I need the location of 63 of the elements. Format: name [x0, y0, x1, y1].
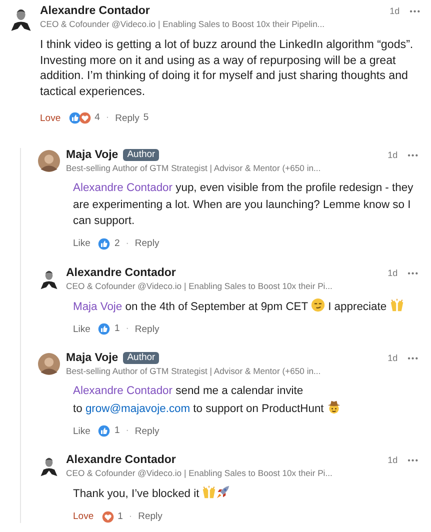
cowboy-face-icon	[326, 400, 341, 414]
more-options-button[interactable]: •••	[410, 4, 421, 16]
reaction-count: 1	[114, 323, 120, 335]
timestamp: 1d	[388, 352, 398, 363]
separator-dot: ·	[124, 323, 130, 335]
raised-hands-icon	[390, 298, 404, 312]
author-badge: Author	[123, 149, 160, 161]
reply-button[interactable]: Reply	[138, 511, 162, 522]
reaction-button[interactable]: Like	[73, 426, 90, 436]
reaction-count: 4	[94, 112, 100, 124]
author-badge: Author	[123, 352, 160, 364]
reaction-button[interactable]: Love	[40, 112, 61, 124]
reaction-button[interactable]: Like	[73, 324, 90, 334]
reaction-count: 1	[118, 510, 123, 522]
comment-text: Alexandre Contador send me a calendar invite to grow@majavoje.com to support on ProductHunt	[73, 383, 415, 417]
author-name[interactable]: Alexandre Contador	[66, 266, 176, 280]
more-options-button[interactable]: •••	[408, 351, 419, 363]
comment-text: Maja Voje on the 4th of September at 9pm CET I appreciate	[73, 298, 415, 315]
reply-button[interactable]: Reply	[134, 238, 160, 249]
author-headline: CEO & Cofounder @Videco.io | Enabling Sales to Boost 10x their Pipelin...	[40, 18, 326, 30]
reply-button[interactable]: Reply	[134, 324, 160, 334]
reply-button[interactable]: Reply	[115, 112, 140, 124]
comment-text: I think video is getting a lot of buzz around the LinkedIn algorithm “gods”. Investing more on it and using as a way of repurposing will be a great addition. I’m thinking of doing it for myself and just sharing thoughts and tactical experiences.	[40, 37, 414, 99]
rocket-icon	[216, 485, 230, 499]
avatar-icon	[38, 150, 60, 172]
smirking-face-icon	[310, 298, 325, 312]
avatar-icon	[38, 353, 60, 375]
mention-link[interactable]: Alexandre Contador	[73, 182, 173, 194]
reaction-button[interactable]: Love	[73, 511, 94, 522]
person-silhouette-icon	[38, 455, 60, 477]
author-headline: Best-selling Author of GTM Strategist | Advisor & Mentor (+650 in...	[66, 365, 322, 377]
separator-dot: ·	[128, 510, 134, 522]
more-options-button[interactable]: •••	[408, 148, 419, 160]
reaction-button[interactable]: Like	[73, 238, 90, 249]
timestamp: 1d	[388, 266, 398, 278]
author-name[interactable]: Maja Voje	[66, 351, 118, 365]
comment-text: Thank you, I’ve blocked it	[73, 485, 415, 502]
mention-link[interactable]: Maja Voje	[73, 300, 122, 312]
reply-count: 5	[143, 112, 149, 124]
email-link[interactable]: grow@majavoje.com	[85, 402, 190, 414]
author-headline: Best-selling Author of GTM Strategist | Advisor & Mentor (+650 in...	[66, 162, 322, 174]
thumbs-up-icon	[98, 323, 110, 335]
raised-hands-icon	[202, 485, 216, 499]
author-name[interactable]: Alexandre Contador	[66, 453, 176, 467]
thumbs-up-icon	[98, 425, 110, 437]
author-name[interactable]: Maja Voje	[66, 148, 118, 162]
author-headline: CEO & Cofounder @Videco.io | Enabling Sales to Boost 10x their Pi...	[66, 280, 334, 292]
more-options-button[interactable]: •••	[408, 266, 419, 278]
author-headline: CEO & Cofounder @Videco.io | Enabling Sales to Boost 10x their Pi...	[66, 467, 334, 479]
reaction-count: 1	[114, 425, 120, 437]
timestamp: 1d	[388, 149, 398, 160]
timestamp: 1d	[388, 454, 398, 465]
comment-text: Alexandre Contador yup, even visible from the profile redesign - they are experimenting a lot. When are you launching? Lemme know so I can support.	[73, 181, 414, 229]
thumbs-up-icon	[98, 238, 110, 250]
separator-dot: ·	[124, 238, 130, 250]
reaction-count: 2	[114, 238, 120, 250]
mention-link[interactable]: Alexandre Contador	[73, 385, 173, 397]
timestamp: 1d	[390, 5, 400, 16]
more-options-button[interactable]: •••	[408, 453, 419, 465]
author-name[interactable]: Alexandre Contador	[40, 4, 150, 18]
reply-button[interactable]: Reply	[134, 426, 160, 436]
separator-dot: ·	[124, 425, 130, 437]
separator-dot: ·	[104, 112, 110, 124]
